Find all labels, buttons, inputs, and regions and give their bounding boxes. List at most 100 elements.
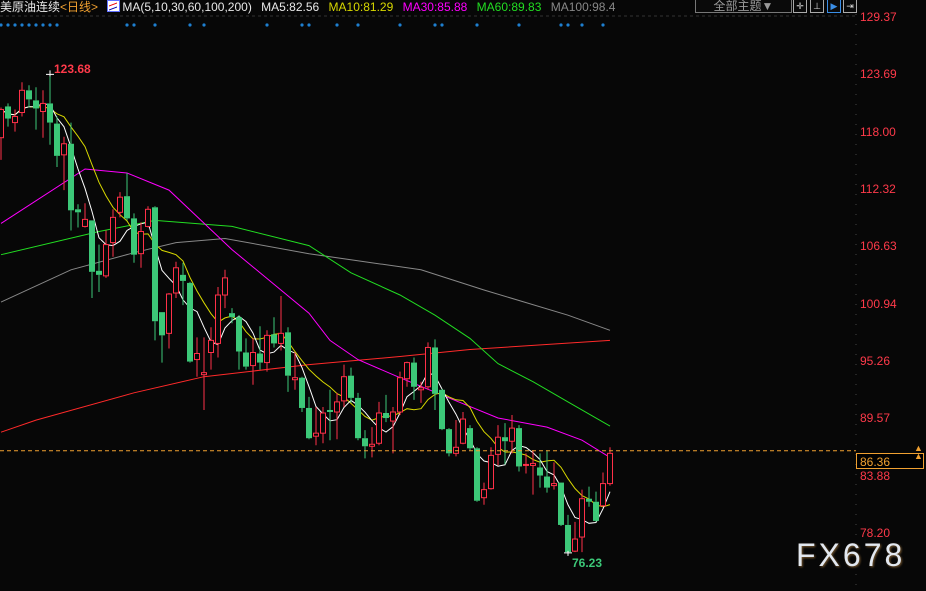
candle-down: [236, 315, 242, 370]
candle-body: [68, 143, 74, 211]
candle-up: [264, 330, 270, 372]
ma60-value: MA60:89.83: [476, 0, 542, 14]
candle-body: [103, 244, 109, 277]
candle-body: [257, 353, 263, 363]
candle-up: [166, 293, 172, 349]
candle-body: [551, 483, 557, 487]
price-tick-label: 95.26: [860, 353, 891, 368]
candle-body: [530, 462, 536, 466]
candle-body: [460, 418, 466, 444]
candle-body: [47, 103, 53, 123]
candle-up: [40, 90, 46, 138]
instrument-title[interactable]: 美原油连续: [0, 0, 60, 14]
candle-down: [327, 389, 333, 441]
crosshair-icon[interactable]: ✛: [793, 0, 807, 13]
ma-params[interactable]: MA(5,10,30,60,100,200): [122, 0, 251, 14]
candle-up: [460, 411, 466, 445]
candle-body: [236, 317, 242, 352]
candle-up: [145, 206, 151, 228]
candle-body: [355, 397, 361, 439]
candle-down: [33, 87, 39, 130]
candle-body: [320, 412, 326, 434]
candle-body: [586, 498, 592, 502]
candle-down: [502, 423, 508, 465]
candle-body: [537, 467, 543, 476]
period-label[interactable]: <日线>: [60, 0, 98, 14]
indicator-icon[interactable]: [107, 0, 121, 12]
candle-down: [467, 425, 473, 451]
event-marker: [153, 23, 157, 27]
candle-down: [299, 376, 305, 412]
candle-body: [54, 123, 60, 156]
price-tick-label: 106.63: [860, 239, 897, 254]
candle-body: [187, 282, 193, 362]
watermark-logo: FX678: [796, 537, 906, 573]
candle-body: [159, 312, 165, 336]
candle-up: [103, 230, 109, 278]
candle-down: [348, 367, 354, 403]
candle-body: [33, 100, 39, 109]
event-marker: [6, 23, 10, 27]
event-marker: [356, 23, 360, 27]
event-marker: [307, 23, 311, 27]
candle-down: [187, 281, 193, 363]
candle-body: [229, 313, 235, 318]
candle-down: [586, 486, 592, 507]
scroll-up-icon[interactable]: ▲ ▲: [914, 444, 923, 461]
play-icon[interactable]: ▶: [827, 0, 841, 13]
candle-up: [313, 406, 319, 446]
candle-body: [292, 377, 298, 381]
candle-up: [425, 342, 431, 390]
candle-up: [551, 462, 557, 490]
candle-body: [607, 452, 613, 485]
candle-up: [0, 107, 4, 160]
candle-down: [152, 206, 158, 341]
candle-up: [600, 472, 606, 507]
candle-up: [110, 209, 116, 257]
candle-body: [0, 108, 4, 139]
event-marker: [27, 23, 31, 27]
candle-up: [397, 371, 403, 416]
candle-up: [390, 406, 396, 454]
candle-up: [194, 337, 200, 377]
event-marker: [601, 23, 605, 27]
candle-down: [68, 122, 74, 231]
price-tick-label: 123.69: [860, 67, 897, 82]
candle-body: [593, 501, 599, 521]
candle-up: [572, 521, 578, 553]
candle-down: [544, 450, 550, 493]
high-marker: [46, 70, 54, 77]
candle-up: [369, 427, 375, 458]
candle-up: [278, 296, 284, 351]
candle-body: [96, 270, 102, 275]
candle-down: [131, 213, 137, 263]
candle-body: [138, 230, 144, 255]
candle-down: [474, 447, 480, 502]
price-tick-label: 83.88: [860, 468, 891, 483]
candle-body: [348, 375, 354, 398]
exit-icon[interactable]: ⇥: [843, 0, 857, 13]
ma200-line: [0, 339, 611, 433]
candle-down: [271, 317, 277, 348]
candle-body: [390, 411, 396, 422]
candle-body: [558, 482, 564, 525]
theme-dropdown-button[interactable]: 全部主题▼: [695, 0, 792, 13]
low-price-label: 76.23: [572, 556, 603, 570]
candle-body: [19, 89, 25, 113]
candle-body: [82, 218, 88, 227]
candle-body: [600, 483, 606, 507]
candle-up: [208, 327, 214, 370]
event-marker: [125, 23, 129, 27]
candlestick-chart[interactable]: [0, 0, 926, 591]
range-icon[interactable]: ⊥: [810, 0, 824, 13]
candle-down: [5, 103, 11, 127]
candle-body: [215, 294, 221, 344]
candle-body: [166, 293, 172, 334]
candle-up: [117, 192, 123, 218]
candle-down: [537, 453, 543, 488]
candle-body: [544, 476, 550, 488]
candle-body: [474, 448, 480, 501]
candle-up: [418, 381, 424, 403]
candle-body: [278, 332, 284, 344]
candle-body: [467, 428, 473, 449]
